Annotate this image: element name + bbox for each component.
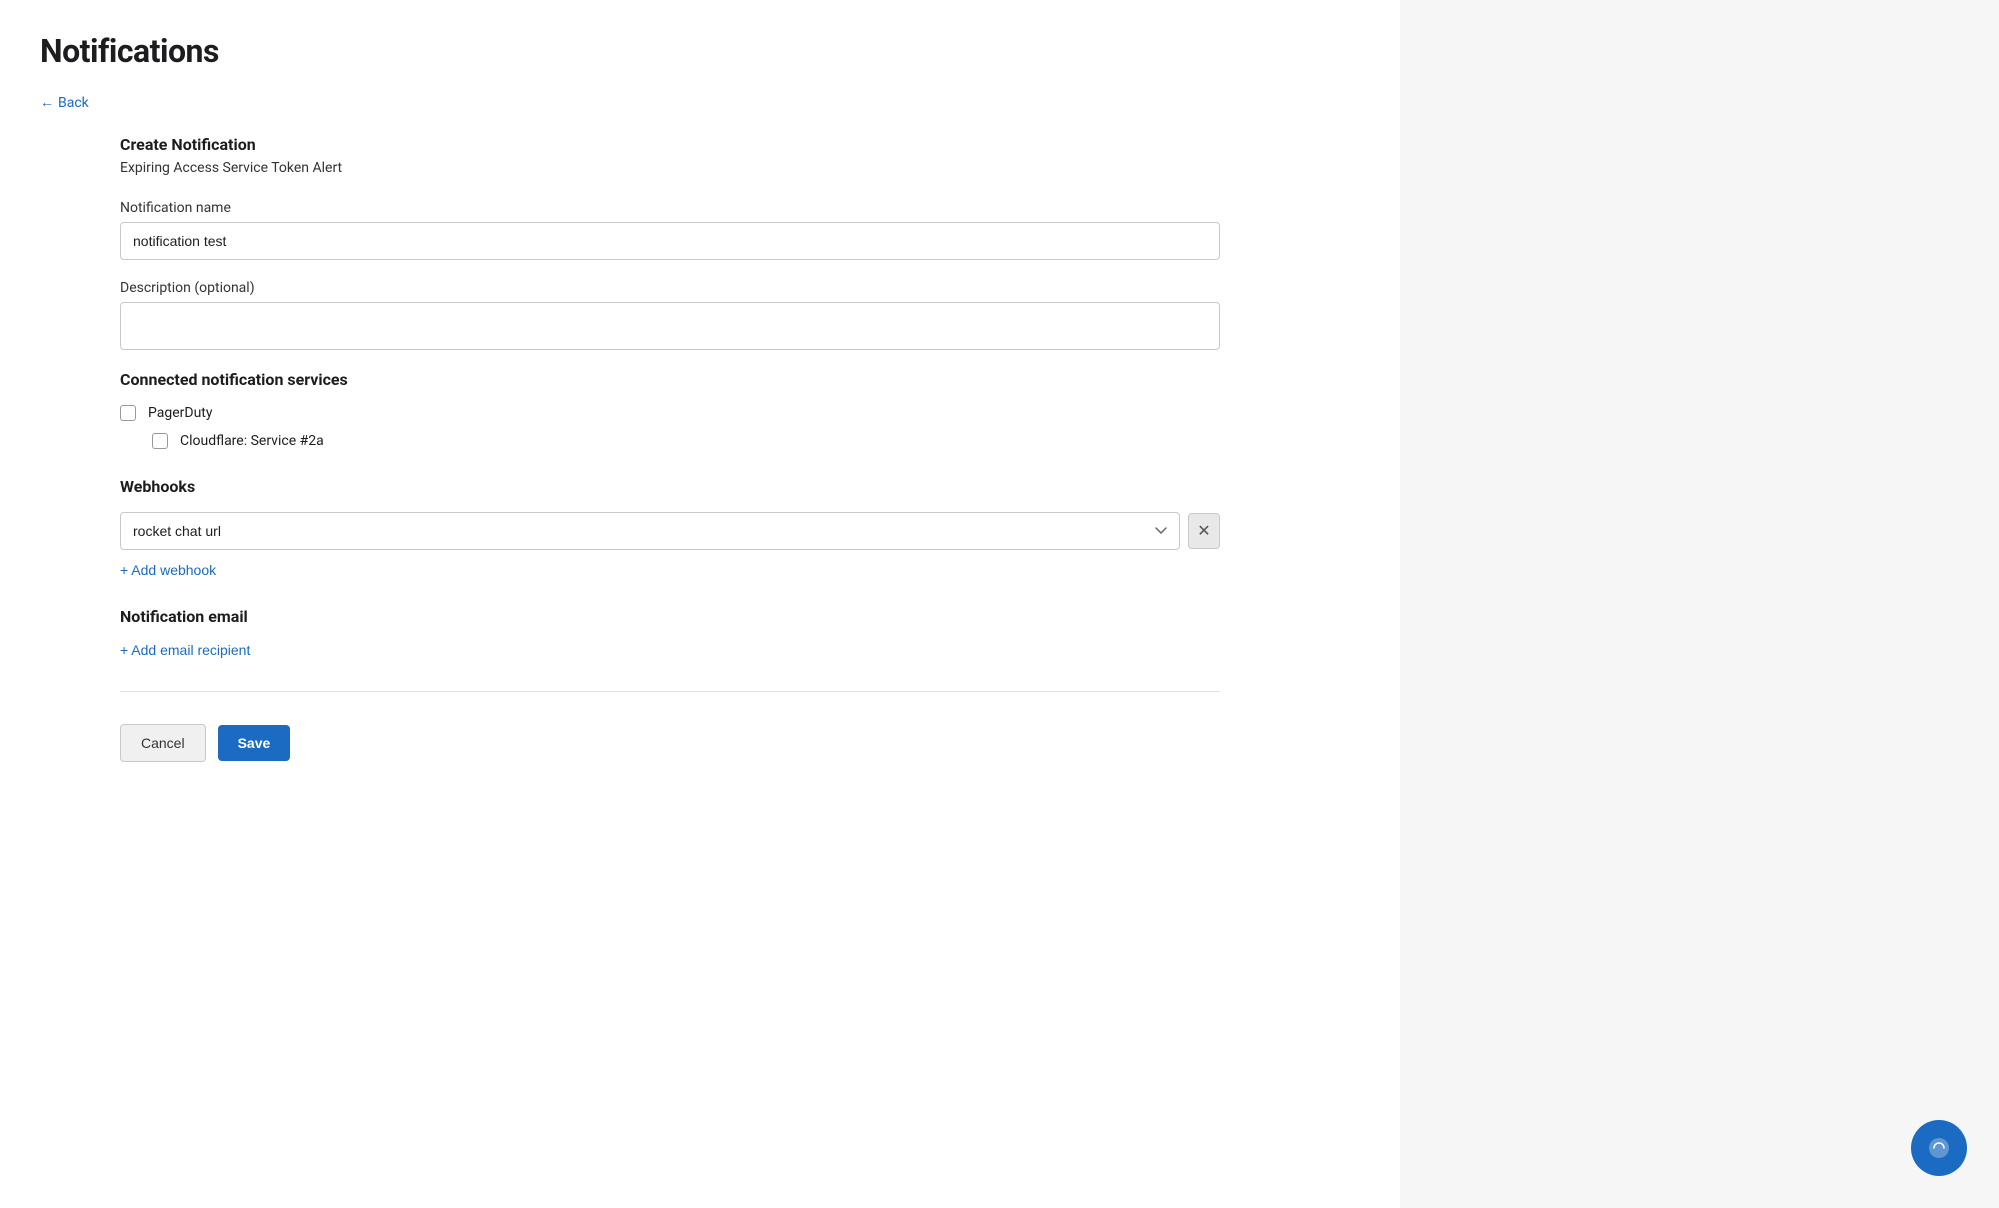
services-section: Connected notification services PagerDut… [120, 370, 1360, 449]
remove-webhook-button[interactable]: ✕ [1188, 513, 1220, 549]
pagerduty-checkbox[interactable] [120, 405, 136, 421]
fab-button[interactable] [1911, 1120, 1967, 1176]
divider [120, 691, 1220, 692]
page-container: Notifications ← Back Create Notification… [0, 0, 1400, 1208]
webhook-row: rocket chat url slack webhook teams webh… [120, 512, 1220, 550]
description-input[interactable] [120, 302, 1220, 350]
notification-name-input[interactable] [120, 222, 1220, 260]
services-checkbox-group: PagerDuty Cloudflare: Service #2a [120, 405, 1360, 449]
webhook-select[interactable]: rocket chat url slack webhook teams webh… [120, 512, 1180, 550]
add-email-button[interactable]: + Add email recipient [120, 642, 250, 658]
back-label: Back [58, 95, 89, 111]
cloudflare-label: Cloudflare: Service #2a [180, 433, 324, 449]
action-buttons: Cancel Save [120, 724, 1360, 762]
cancel-button[interactable]: Cancel [120, 724, 206, 762]
add-webhook-button[interactable]: + Add webhook [120, 562, 216, 578]
save-button[interactable]: Save [218, 725, 291, 761]
create-notification-heading: Create Notification [120, 135, 1360, 154]
webhooks-section: Webhooks rocket chat url slack webhook t… [120, 477, 1360, 579]
description-label: Description (optional) [120, 280, 1360, 296]
fab-icon [1928, 1137, 1950, 1159]
service-pagerduty[interactable]: PagerDuty [120, 405, 1360, 421]
notification-type-label: Expiring Access Service Token Alert [120, 160, 1360, 176]
email-heading: Notification email [120, 607, 1360, 626]
email-section: Notification email + Add email recipient [120, 607, 1360, 659]
notification-name-label: Notification name [120, 200, 1360, 216]
connected-services-heading: Connected notification services [120, 370, 1360, 389]
add-email-label: + Add email recipient [120, 642, 250, 658]
description-field-group: Description (optional) [120, 280, 1360, 350]
page-title: Notifications [40, 32, 1360, 70]
back-arrow: ← [40, 94, 54, 111]
pagerduty-label: PagerDuty [148, 405, 213, 421]
cloudflare-checkbox[interactable] [152, 433, 168, 449]
form-container: Create Notification Expiring Access Serv… [120, 135, 1360, 762]
webhooks-heading: Webhooks [120, 477, 1360, 496]
x-icon: ✕ [1197, 521, 1210, 541]
service-cloudflare[interactable]: Cloudflare: Service #2a [152, 433, 1360, 449]
back-link[interactable]: ← Back [40, 94, 89, 111]
notification-name-field-group: Notification name [120, 200, 1360, 260]
add-webhook-label: + Add webhook [120, 562, 216, 578]
